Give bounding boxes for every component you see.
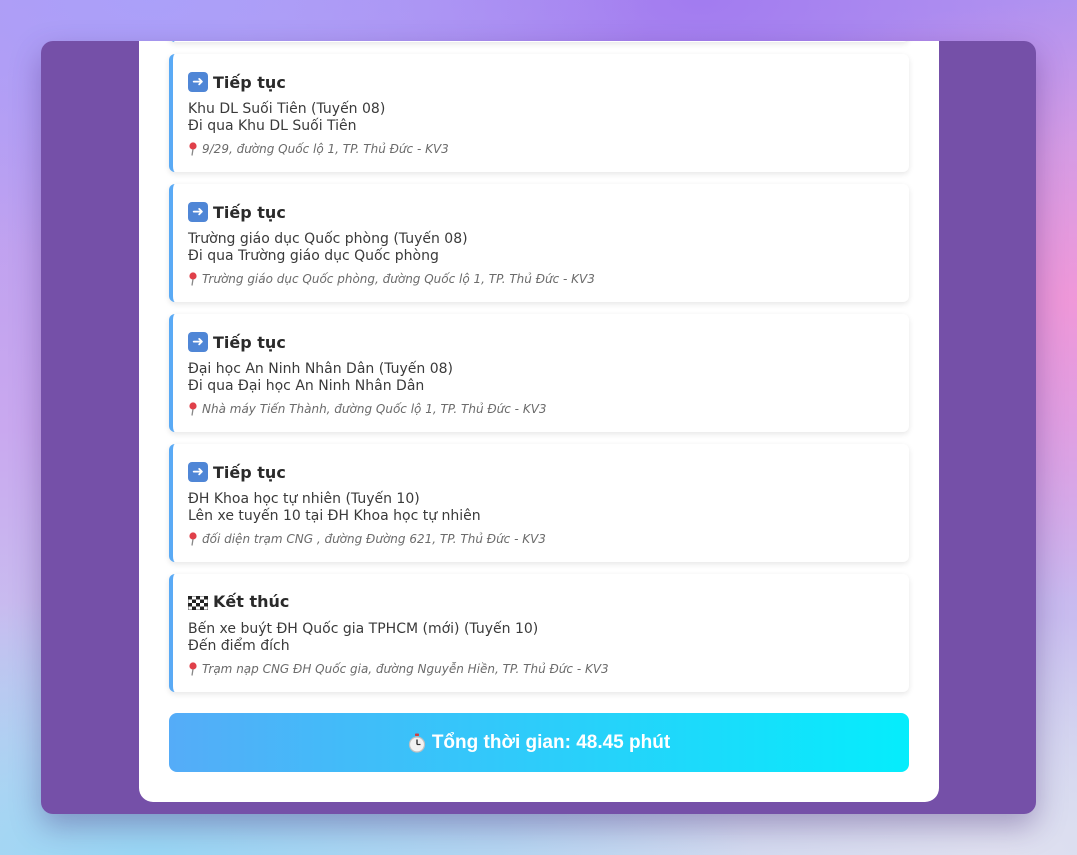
step-title-text: Tiếp tục [213,202,286,222]
step-stop: Khu DL Suối Tiên (Tuyến 08) [188,101,386,117]
step-title-text: Kết thúc [213,592,290,611]
step-address-text: 9/29, đường Quốc lộ 1, TP. Thủ Đức - KV3 [202,142,449,156]
pin-icon [188,532,198,546]
step-action: Đi qua Khu DL Suối Tiên [188,118,357,134]
step-address: 9/29, đường Quốc lộ 1, TP. Thủ Đức - KV3 [188,142,449,156]
total-time-text: Tổng thời gian: 48.45 phút [431,731,671,753]
pin-icon [188,272,198,286]
step-title: ➜ Tiếp tục [188,332,286,352]
pin-icon [188,402,198,416]
app-window: ➜ Tiếp tục Khu DL Suối Tiên (Tuyến 08) Đ… [41,41,1036,814]
step-title: ➜ Tiếp tục [188,462,286,482]
route-step-card: ➜ Tiếp tục Trường giáo dục Quốc phòng (T… [169,184,909,302]
step-title-text: Tiếp tục [213,72,286,92]
step-address-text: Nhà máy Tiến Thành, đường Quốc lộ 1, TP.… [202,402,547,416]
step-address-text: Trạm nạp CNG ĐH Quốc gia, đường Nguyễn H… [202,662,609,676]
step-stop: ĐH Khoa học tự nhiên (Tuyến 10) [188,491,420,507]
route-step-card: ➜ Tiếp tục ĐH Khoa học tự nhiên (Tuyến 1… [169,444,909,562]
pin-icon [188,142,198,156]
step-stop: Trường giáo dục Quốc phòng (Tuyến 08) [188,231,468,247]
step-title-text: Tiếp tục [213,462,286,482]
step-title: ➜ Tiếp tục [188,202,286,222]
step-stop: Đại học An Ninh Nhân Dân (Tuyến 08) [188,361,454,377]
pin-icon [188,662,198,676]
step-address: Trường giáo dục Quốc phòng, đường Quốc l… [188,272,595,286]
route-step-card-end: Kết thúc Bến xe buýt ĐH Quốc gia TPHCM (… [169,574,909,692]
step-address: Nhà máy Tiến Thành, đường Quốc lộ 1, TP.… [188,402,547,416]
step-title: Kết thúc [187,592,290,611]
step-stop: Bến xe buýt ĐH Quốc gia TPHCM (mới) (Tuy… [188,621,539,637]
step-title: ➜ Tiếp tục [188,72,286,92]
total-time-banner: Tổng thời gian: 48.45 phút [169,713,909,772]
right-arrow-icon: ➜ [188,462,208,482]
checkered-flag-icon [187,595,209,610]
step-address: Trạm nạp CNG ĐH Quốc gia, đường Nguyễn H… [188,662,609,676]
step-action: Đến điểm đích [188,638,290,654]
route-step-card: ➜ Tiếp tục Khu DL Suối Tiên (Tuyến 08) Đ… [169,54,909,172]
step-address: đối diện trạm CNG , đường Đường 621, TP.… [188,532,546,546]
right-arrow-icon: ➜ [188,72,208,92]
step-address-text: Trường giáo dục Quốc phòng, đường Quốc l… [202,272,595,286]
step-action: Đi qua Đại học An Ninh Nhân Dân [188,378,425,394]
step-title-text: Tiếp tục [213,332,286,352]
step-action: Đi qua Trường giáo dục Quốc phòng [188,248,439,264]
right-arrow-icon: ➜ [188,332,208,352]
step-action: Lên xe tuyến 10 tại ĐH Khoa học tự nhiên [188,508,481,524]
route-step-card-partial [169,41,909,42]
stopwatch-icon [408,733,426,753]
step-address-text: đối diện trạm CNG , đường Đường 621, TP.… [202,532,546,546]
right-arrow-icon: ➜ [188,202,208,222]
route-panel: ➜ Tiếp tục Khu DL Suối Tiên (Tuyến 08) Đ… [139,41,939,802]
route-step-card: ➜ Tiếp tục Đại học An Ninh Nhân Dân (Tuy… [169,314,909,432]
